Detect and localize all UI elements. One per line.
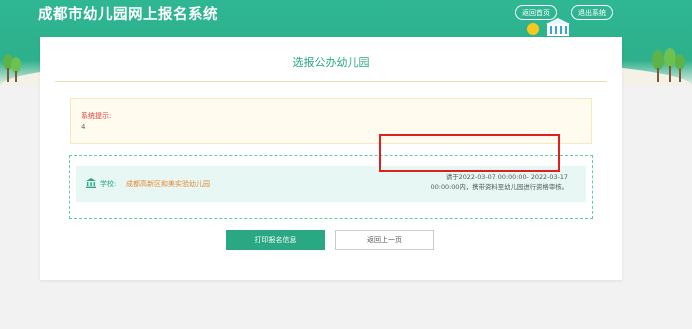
page-title: 选报公办幼儿园 bbox=[55, 49, 607, 82]
school-label: 学校: bbox=[100, 180, 117, 188]
site-title: 成都市幼儿园网上报名系统 bbox=[38, 7, 218, 23]
school-name: 成都高新区和美实验幼儿园 bbox=[126, 180, 210, 188]
sun-icon bbox=[527, 23, 539, 35]
print-button[interactable]: 打印报名信息 bbox=[226, 230, 325, 250]
bank-icon bbox=[86, 178, 96, 188]
notice-value: 4 bbox=[81, 123, 86, 131]
notice-label: 系统提示: bbox=[81, 112, 112, 120]
tree-icon bbox=[652, 48, 685, 82]
building-icon bbox=[546, 18, 570, 36]
tree-icon bbox=[3, 54, 21, 82]
logout-button[interactable]: 退出系统 bbox=[571, 5, 613, 20]
highlight-box bbox=[379, 134, 560, 172]
back-button[interactable]: 返回上一页 bbox=[335, 230, 434, 250]
school-note: 请于2022-03-07 00:00:00- 2022-03-17 00:00:… bbox=[430, 173, 568, 191]
